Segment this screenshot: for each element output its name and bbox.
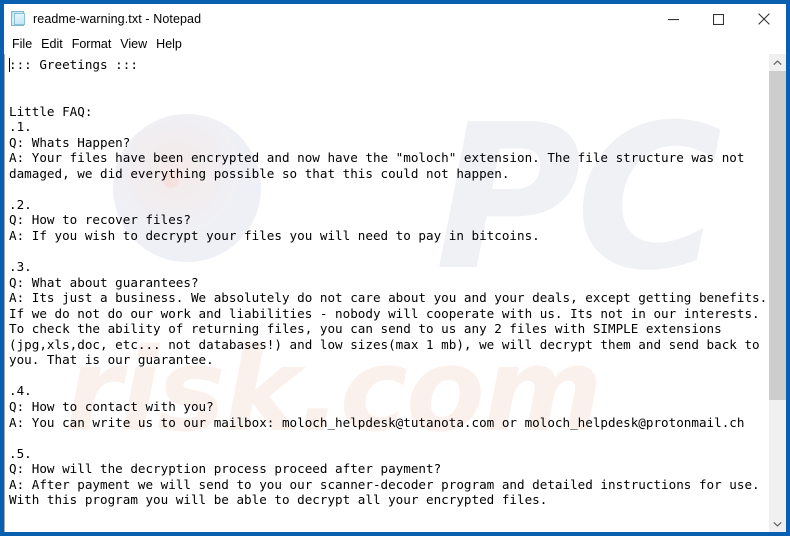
scrollbar-thumb[interactable] xyxy=(769,71,786,400)
menu-bar: File Edit Format View Help xyxy=(4,34,786,53)
close-button[interactable] xyxy=(741,4,786,34)
notepad-window: readme-warning.txt - Notepad File Edit F… xyxy=(0,0,790,536)
maximize-button[interactable] xyxy=(696,4,741,34)
minimize-button[interactable] xyxy=(651,4,696,34)
scrollbar-track[interactable] xyxy=(769,71,786,515)
menu-item-file[interactable]: File xyxy=(12,37,32,51)
text-caret xyxy=(9,58,10,72)
text-editor-area[interactable]: PC risk.com ::: Greetings ::: Little FAQ… xyxy=(4,54,768,532)
menu-item-help[interactable]: Help xyxy=(156,37,182,51)
close-icon xyxy=(757,13,770,25)
vertical-scrollbar[interactable] xyxy=(768,54,786,532)
title-bar-left: readme-warning.txt - Notepad xyxy=(4,4,201,34)
title-bar: readme-warning.txt - Notepad xyxy=(4,4,786,34)
notepad-document-icon xyxy=(11,11,26,27)
minimize-icon xyxy=(668,18,679,20)
ransom-note-text: ::: Greetings ::: Little FAQ: .1. Q: Wha… xyxy=(9,57,768,508)
window-title: readme-warning.txt - Notepad xyxy=(33,12,202,26)
scroll-up-button[interactable] xyxy=(769,54,786,71)
chevron-up-icon xyxy=(773,59,782,65)
editor-row: PC risk.com ::: Greetings ::: Little FAQ… xyxy=(4,53,786,532)
chevron-down-icon xyxy=(773,521,782,527)
menu-item-format[interactable]: Format xyxy=(72,37,112,51)
scroll-down-button[interactable] xyxy=(769,515,786,532)
menu-item-edit[interactable]: Edit xyxy=(41,37,63,51)
maximize-icon xyxy=(713,13,724,25)
menu-item-view[interactable]: View xyxy=(120,37,147,51)
window-controls xyxy=(651,4,786,34)
